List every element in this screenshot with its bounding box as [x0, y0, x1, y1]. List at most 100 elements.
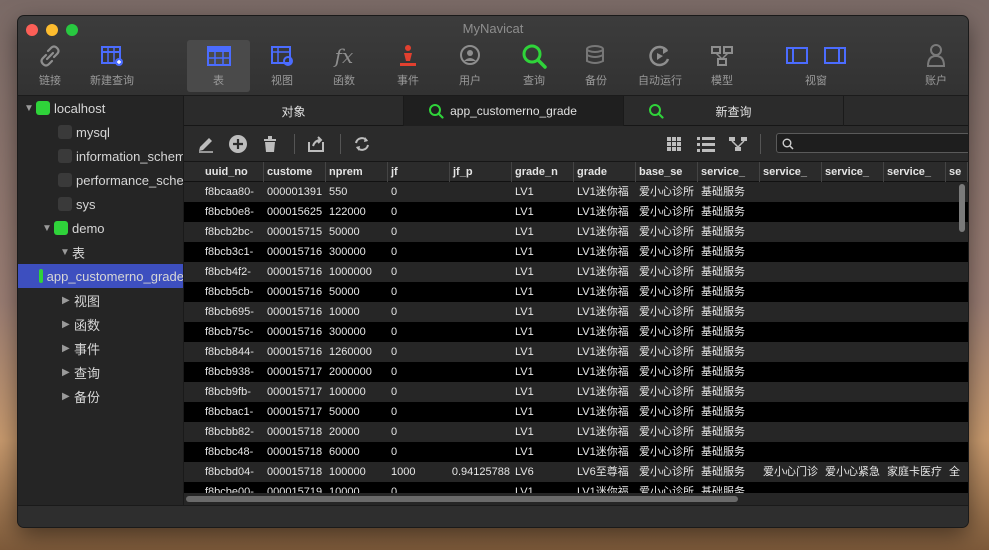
table-cell[interactable] [450, 342, 512, 362]
table-cell[interactable]: 0 [388, 282, 450, 302]
table-row[interactable]: f8bcb695- 000015716 10000 0 LV1 LV1迷你福 爱小心诊所 基础… [184, 302, 968, 322]
table-cell[interactable] [946, 442, 968, 462]
column-header[interactable]: service_ [698, 162, 760, 182]
table-cell[interactable]: 10000 [326, 302, 388, 322]
table-cell[interactable]: 基础服务 [698, 202, 760, 222]
table-cell[interactable] [450, 242, 512, 262]
table-cell[interactable]: 基础服务 [698, 182, 760, 202]
table-cell[interactable]: 000015717 [264, 402, 326, 422]
table-cell[interactable]: f8bcbac1- [202, 402, 264, 422]
table-cell[interactable]: 爱小心诊所 [636, 302, 698, 322]
table-cell[interactable] [946, 282, 968, 302]
table-cell[interactable]: LV1迷你福 [574, 382, 636, 402]
column-header[interactable]: base_se [636, 162, 698, 182]
table-cell[interactable] [450, 362, 512, 382]
data-grid[interactable]: uuid_no custome nprem jf jf_p grade_n grade bas… [184, 162, 968, 505]
table-cell[interactable] [822, 182, 884, 202]
toolbar-functions-button[interactable]: fx 函数 [324, 40, 364, 92]
table-cell[interactable]: 爱小心诊所 [636, 422, 698, 442]
table-cell[interactable]: 爱小心门诊 [760, 462, 822, 482]
delete-record-button[interactable] [258, 132, 282, 156]
table-cell[interactable] [822, 362, 884, 382]
table-cell[interactable] [450, 402, 512, 422]
column-header[interactable]: custome [264, 162, 326, 182]
table-cell[interactable]: LV1迷你福 [574, 222, 636, 242]
table-cell[interactable]: LV1迷你福 [574, 362, 636, 382]
table-cell[interactable] [946, 422, 968, 442]
table-cell[interactable]: 爱小心诊所 [636, 462, 698, 482]
table-cell[interactable]: 0 [388, 322, 450, 342]
tab-objects[interactable]: 对象 [184, 96, 404, 126]
table-cell[interactable] [760, 342, 822, 362]
table-cell[interactable] [450, 202, 512, 222]
column-header[interactable]: jf_p [450, 162, 512, 182]
table-cell[interactable]: 基础服务 [698, 402, 760, 422]
table-cell[interactable] [760, 442, 822, 462]
table-cell[interactable]: LV1 [512, 182, 574, 202]
table-cell[interactable]: 50000 [326, 282, 388, 302]
table-cell[interactable]: LV1 [512, 362, 574, 382]
table-cell[interactable] [822, 202, 884, 222]
column-header[interactable]: uuid_no [202, 162, 264, 182]
table-cell[interactable] [884, 242, 946, 262]
table-cell[interactable]: 000001391 [264, 182, 326, 202]
table-cell[interactable] [822, 342, 884, 362]
table-cell[interactable]: LV1 [512, 262, 574, 282]
table-cell[interactable]: 爱小心诊所 [636, 282, 698, 302]
table-cell[interactable]: 000015717 [264, 382, 326, 402]
table-cell[interactable] [884, 182, 946, 202]
table-row[interactable]: f8bcb938- 000015717 2000000 0 LV1 LV1迷你福 爱小心诊所… [184, 362, 968, 382]
table-cell[interactable]: LV1迷你福 [574, 242, 636, 262]
table-cell[interactable]: 家庭卡医疗 [884, 462, 946, 482]
table-cell[interactable] [946, 262, 968, 282]
table-cell[interactable]: 基础服务 [698, 282, 760, 302]
toolbar-backup-button[interactable]: 备份 [576, 40, 616, 92]
toolbar-panels-button[interactable]: 视窗 [774, 40, 858, 92]
table-cell[interactable] [822, 442, 884, 462]
table-cell[interactable]: 0 [388, 262, 450, 282]
table-cell[interactable]: 000015625 [264, 202, 326, 222]
table-cell[interactable]: 爱小心诊所 [636, 402, 698, 422]
table-cell[interactable]: LV1 [512, 402, 574, 422]
table-cell[interactable] [884, 202, 946, 222]
table-cell[interactable]: 000015716 [264, 322, 326, 342]
table-cell[interactable]: 基础服务 [698, 222, 760, 242]
table-cell[interactable]: LV1迷你福 [574, 262, 636, 282]
list-view-button[interactable] [694, 132, 718, 156]
table-cell[interactable] [884, 302, 946, 322]
table-cell[interactable]: f8bcb3c1- [202, 242, 264, 262]
table-row[interactable]: f8bcbac1- 000015717 50000 0 LV1 LV1迷你福 爱小心诊所 基础… [184, 402, 968, 422]
tree-group-events[interactable]: ▶ 事件 [62, 336, 100, 360]
table-cell[interactable] [450, 262, 512, 282]
table-row[interactable]: f8bcb5cb- 000015716 50000 0 LV1 LV1迷你福 爱小心诊所 基础… [184, 282, 968, 302]
table-cell[interactable]: 1000 [388, 462, 450, 482]
table-cell[interactable]: 000015718 [264, 442, 326, 462]
export-button[interactable] [304, 132, 328, 156]
table-cell[interactable]: 300000 [326, 322, 388, 342]
table-cell[interactable] [946, 302, 968, 322]
search-input[interactable] [776, 133, 968, 153]
table-cell[interactable]: LV1 [512, 242, 574, 262]
tree-group-views[interactable]: ▶ 视图 [62, 288, 100, 312]
table-cell[interactable]: LV1 [512, 282, 574, 302]
table-cell[interactable]: f8bcb2bc- [202, 222, 264, 242]
table-cell[interactable]: 1260000 [326, 342, 388, 362]
table-cell[interactable] [450, 382, 512, 402]
table-cell[interactable]: f8bcbd04- [202, 462, 264, 482]
tree-db-performance-schema[interactable]: performance_schema [58, 168, 183, 192]
table-cell[interactable] [760, 282, 822, 302]
table-cell[interactable]: 基础服务 [698, 462, 760, 482]
table-cell[interactable] [760, 362, 822, 382]
table-cell[interactable] [822, 422, 884, 442]
table-cell[interactable]: 基础服务 [698, 382, 760, 402]
toolbar-users-button[interactable]: 用户 [450, 40, 490, 92]
table-cell[interactable]: f8bcb5cb- [202, 282, 264, 302]
table-cell[interactable]: 50000 [326, 402, 388, 422]
table-cell[interactable] [450, 302, 512, 322]
table-cell[interactable] [884, 342, 946, 362]
table-cell[interactable]: 0 [388, 402, 450, 422]
column-header[interactable]: se [946, 162, 968, 182]
toolbar-query-button[interactable]: 查询 [514, 40, 554, 92]
table-cell[interactable] [884, 262, 946, 282]
table-cell[interactable]: LV1迷你福 [574, 442, 636, 462]
